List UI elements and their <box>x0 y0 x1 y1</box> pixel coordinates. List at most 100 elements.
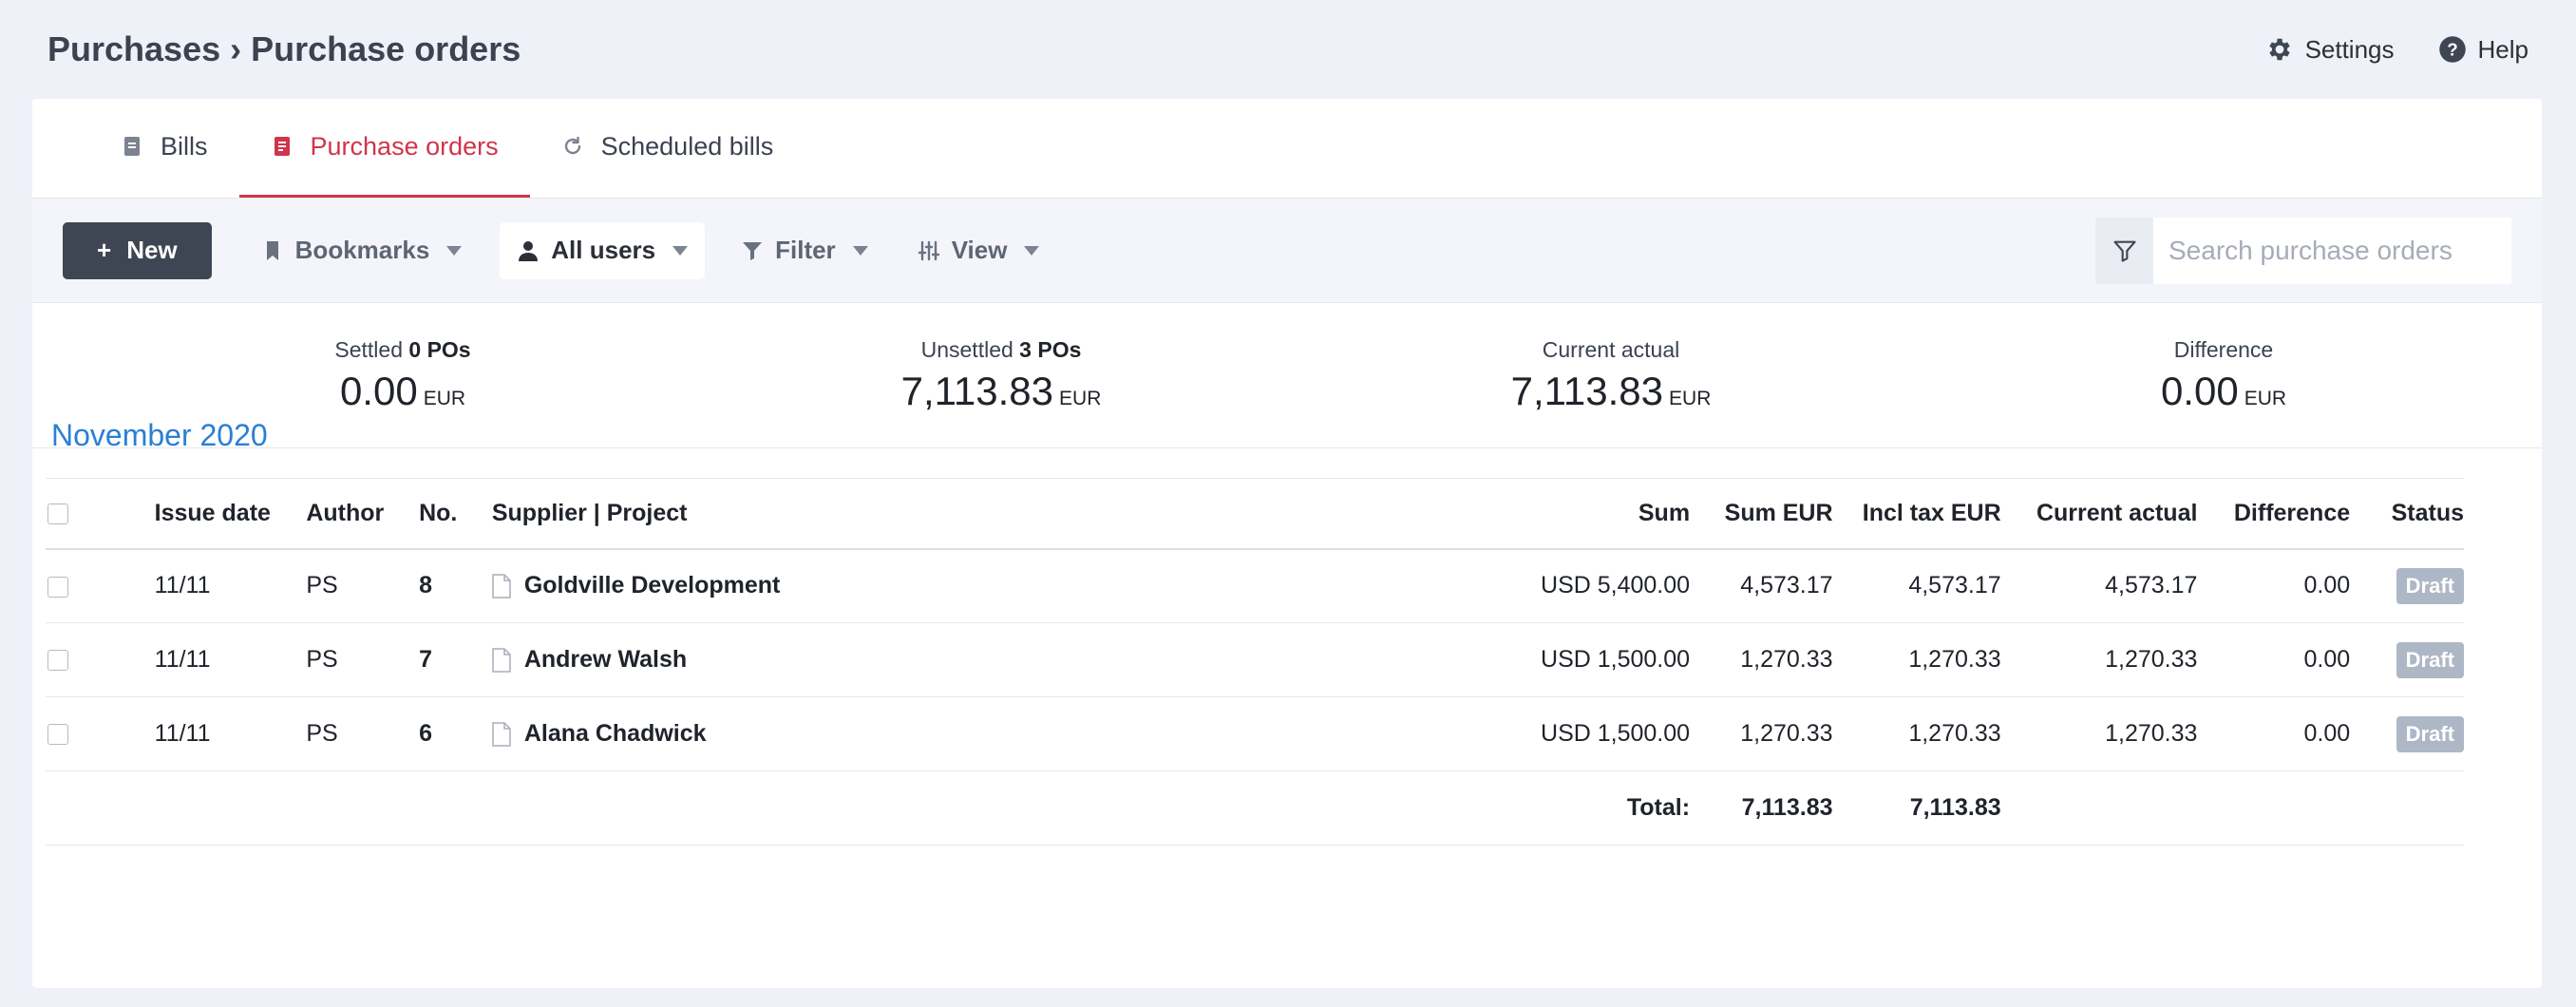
cell-sum: USD 1,500.00 <box>1537 696 1691 771</box>
supplier-link[interactable]: Andrew Walsh <box>524 646 687 674</box>
row-checkbox[interactable] <box>47 724 68 746</box>
tab-scheduled-bills[interactable]: Scheduled bills <box>530 98 805 198</box>
cell-sum-eur: 1,270.33 <box>1690 622 1833 697</box>
table-row[interactable]: 11/11 PS 6 Alana Chadwick USD 1,500.00 1… <box>46 696 2464 771</box>
row-select-cell <box>46 622 155 697</box>
col-no[interactable]: No. <box>419 478 492 550</box>
tab-bar: Bills Purchase orders Scheduled bills <box>32 99 2542 199</box>
total-trailing <box>2000 770 2464 846</box>
search-input[interactable] <box>2153 218 2511 284</box>
cell-author: PS <box>306 696 420 771</box>
status-badge: Draft <box>2396 641 2464 678</box>
total-label: Total: <box>1537 770 1691 846</box>
search-filter-button[interactable] <box>2095 218 2153 284</box>
cell-current-actual: 1,270.33 <box>2000 622 2198 697</box>
cell-current-actual: 4,573.17 <box>2000 548 2198 623</box>
settings-button[interactable]: Settings <box>2265 35 2395 65</box>
help-icon: ? <box>2438 36 2466 63</box>
supplier-link[interactable]: Goldville Development <box>524 572 781 599</box>
tab-purchase-orders-label: Purchase orders <box>310 131 499 161</box>
cell-supplier: Goldville Development <box>491 548 1538 623</box>
bookmarks-dropdown[interactable]: Bookmarks <box>246 222 478 279</box>
col-sum-eur[interactable]: Sum EUR <box>1690 478 1833 550</box>
settled-value: 0.00 EUR <box>339 369 466 413</box>
select-all-cell <box>46 478 155 550</box>
cell-issue-date: 11/11 <box>154 696 307 771</box>
col-current-actual[interactable]: Current actual <box>2000 478 2198 550</box>
filter-label: Filter <box>775 236 836 264</box>
supplier-link[interactable]: Alana Chadwick <box>524 720 707 748</box>
row-checkbox[interactable] <box>47 650 68 672</box>
cell-issue-date: 11/11 <box>154 622 307 697</box>
difference-value: 0.00 EUR <box>2160 369 2287 413</box>
row-checkbox[interactable] <box>47 576 68 598</box>
cell-incl-tax-eur: 1,270.33 <box>1832 622 2001 697</box>
summary-bar: Settled 0 POs 0.00 EUR Unsettled 3 POs 7,… <box>32 303 2542 448</box>
help-label: Help <box>2477 34 2529 64</box>
cell-difference: 0.00 <box>2197 622 2351 697</box>
col-issue-date[interactable]: Issue date <box>154 478 307 550</box>
cell-incl-tax-eur: 1,270.33 <box>1832 696 2001 771</box>
row-select-cell <box>46 696 155 771</box>
unsettled-stat: Unsettled 3 POs 7,113.83 EUR <box>859 337 1144 414</box>
user-icon <box>519 240 539 261</box>
settled-stat: Settled 0 POs 0.00 EUR <box>298 337 507 414</box>
table-row[interactable]: 11/11 PS 7 Andrew Walsh USD 1,500.00 1,2… <box>46 622 2464 697</box>
filter-dropdown[interactable]: Filter <box>726 222 883 279</box>
table-header-row: Issue date Author No. Supplier | Project… <box>46 478 2464 550</box>
cell-status: Draft <box>2350 696 2464 771</box>
tab-scheduled-bills-label: Scheduled bills <box>600 131 774 161</box>
difference-stat: Difference 0.00 EUR <box>2119 337 2328 414</box>
new-button-label: New <box>126 236 178 264</box>
bookmark-icon <box>266 240 278 260</box>
svg-text:?: ? <box>2447 39 2457 59</box>
cell-sum: USD 5,400.00 <box>1537 548 1691 623</box>
col-author[interactable]: Author <box>306 478 420 550</box>
bill-icon <box>124 137 140 156</box>
cell-no: 7 <box>419 622 492 697</box>
chevron-down-icon <box>672 245 689 256</box>
plus-icon: + <box>97 236 112 264</box>
cell-author: PS <box>306 548 420 623</box>
total-sum-eur: 7,113.83 <box>1690 770 1833 846</box>
users-label: All users <box>551 236 656 264</box>
tab-bills[interactable]: Bills <box>89 98 239 198</box>
select-all-checkbox[interactable] <box>47 504 68 525</box>
difference-label: Difference <box>2173 337 2274 362</box>
cell-sum: USD 1,500.00 <box>1537 622 1691 697</box>
unsettled-value: 7,113.83 EUR <box>900 369 1102 413</box>
status-badge: Draft <box>2396 567 2464 604</box>
cell-difference: 0.00 <box>2197 548 2351 623</box>
col-sum[interactable]: Sum <box>1537 478 1691 550</box>
purchase-order-icon <box>274 137 290 156</box>
col-difference[interactable]: Difference <box>2197 478 2351 550</box>
col-status[interactable]: Status <box>2350 478 2464 550</box>
chevron-down-icon <box>446 245 463 256</box>
table-row[interactable]: 11/11 PS 8 Goldville Development USD 5,4… <box>46 548 2464 623</box>
cell-status: Draft <box>2350 622 2464 697</box>
month-heading: November 2020 <box>51 418 268 452</box>
help-button[interactable]: ? Help <box>2438 35 2529 65</box>
col-incl-tax-eur[interactable]: Incl tax EUR <box>1832 478 2001 550</box>
cell-author: PS <box>306 622 420 697</box>
cell-supplier: Alana Chadwick <box>491 696 1538 771</box>
breadcrumb: Purchases › Purchase orders <box>47 29 521 68</box>
current-actual-label: Current actual <box>1542 337 1680 362</box>
filter-icon <box>743 241 763 260</box>
toolbar: + New Bookmarks All users Filter View Se… <box>32 199 2542 303</box>
unsettled-label: Unsettled 3 POs <box>920 337 1082 362</box>
row-select-cell <box>46 548 155 623</box>
tab-purchase-orders[interactable]: Purchase orders <box>238 98 530 198</box>
col-supplier[interactable]: Supplier | Project <box>491 478 1538 550</box>
cell-issue-date: 11/11 <box>154 548 307 623</box>
cell-status: Draft <box>2350 548 2464 623</box>
users-dropdown[interactable]: All users <box>500 221 706 279</box>
status-badge: Draft <box>2396 715 2464 752</box>
view-dropdown[interactable]: View <box>902 222 1055 279</box>
new-button[interactable]: + New <box>63 221 212 279</box>
settled-label: Settled 0 POs <box>334 337 471 362</box>
document-icon <box>492 574 511 598</box>
cell-no: 8 <box>419 548 492 623</box>
bookmarks-label: Bookmarks <box>294 236 430 264</box>
filter-outline-icon <box>2112 240 2136 262</box>
